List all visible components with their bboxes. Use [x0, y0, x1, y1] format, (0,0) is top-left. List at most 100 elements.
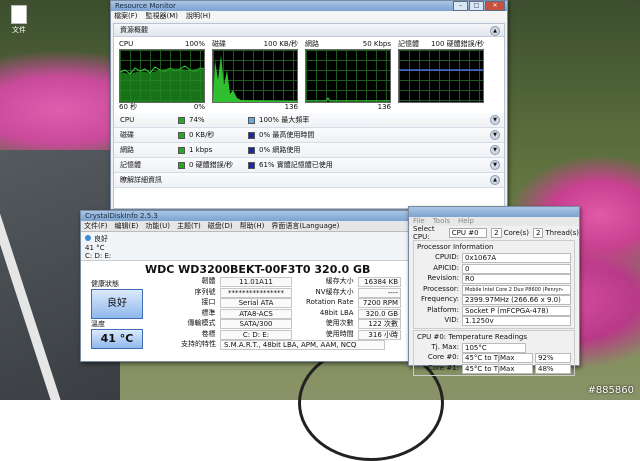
- disk-io-swatch: [178, 131, 185, 139]
- graph-plot: [398, 49, 484, 103]
- info-value: 0x1067A: [462, 253, 571, 263]
- info-label: 48bit LBA: [319, 308, 354, 317]
- tjmax-label: Tj. Max:: [431, 342, 459, 351]
- cpu-row[interactable]: CPU 74% 100% 最大頻率 ▼: [114, 113, 504, 128]
- network-row[interactable]: 網路 1 kbps 0% 網路使用 ▼: [114, 143, 504, 158]
- info-label: 使用時間: [325, 329, 354, 338]
- network-graph-line: [306, 97, 390, 102]
- info-value: 316 小時: [357, 329, 401, 340]
- row-metric-2: 0% 最高使用時間: [259, 131, 315, 139]
- tjmax-value: 105°C: [462, 342, 526, 353]
- expand-icon[interactable]: ▼: [490, 130, 500, 140]
- disk-row[interactable]: 磁碟 0 KB/秒 0% 最高使用時間 ▼: [114, 128, 504, 143]
- processor-info-group: Processor Information CPUID: 0x1067A APIC…: [413, 240, 575, 329]
- graph-max: 50 Kbps: [362, 40, 391, 48]
- menu-help[interactable]: Help: [458, 217, 474, 226]
- health-status-button[interactable]: 良好: [91, 289, 143, 319]
- desktop-icon-label: 文件: [12, 26, 26, 34]
- row-name: 記憶體: [120, 161, 141, 169]
- cpu-info-window[interactable]: File Tools Help Select CPU: CPU #0 2 Cor…: [408, 206, 580, 376]
- network-graph: 網路 50 Kbps 136: [305, 40, 391, 111]
- features-row: 支持的特性 S.M.A.R.T., 48bit LBA, APM, AAM, NC…: [181, 339, 401, 350]
- menu-theme[interactable]: 主题(T): [177, 221, 201, 231]
- select-cpu-label: Select CPU:: [413, 224, 435, 241]
- info-row: 韌體 11.01A11 緩存大小 16384 KB: [181, 276, 401, 287]
- info-label: 標準: [201, 308, 216, 317]
- graph-min: 136: [377, 103, 391, 111]
- row-metric-2: 100% 最大頻率: [259, 116, 310, 124]
- info-label: Platform:: [427, 305, 459, 314]
- info-value: Serial ATA: [219, 298, 293, 308]
- detail-row[interactable]: 瞭解詳細資訊 ▲: [114, 173, 504, 188]
- graph-time: 60 秒: [119, 103, 138, 111]
- title-bar[interactable]: Resource Monitor – □ ✕: [111, 1, 507, 11]
- row-name: 網路: [120, 146, 134, 154]
- graph-label: CPU: [119, 40, 134, 48]
- window-title: CrystalDiskInfo 2.5.3: [85, 212, 158, 220]
- row-metric: 1 kbps: [189, 146, 213, 154]
- temperature-group: CPU #0: Temperature Readings Tj. Max: 105…: [413, 329, 575, 376]
- menu-help[interactable]: 說明(H): [186, 11, 211, 21]
- resource-overview-panel: 資源概觀 ▲ CPU 100% 60 秒 0% 磁碟 100 KB/秒 136 網路 5…: [113, 23, 505, 209]
- info-value: 1.1250v: [462, 316, 571, 326]
- desktop-icon-document[interactable]: 文件: [8, 5, 30, 35]
- menu-function[interactable]: 功能(U): [145, 221, 170, 231]
- row-metric: 0 硬體錯誤/秒: [189, 161, 234, 169]
- document-icon: [11, 5, 27, 24]
- threads-count: 2: [532, 227, 544, 238]
- expand-icon[interactable]: ▼: [490, 145, 500, 155]
- info-value: 122 次數: [357, 319, 401, 329]
- row-name: CPU: [120, 116, 135, 124]
- group-title: Processor Information: [417, 243, 494, 251]
- overview-header[interactable]: 資源概觀 ▲: [114, 24, 504, 37]
- memory-row[interactable]: 記憶體 0 硬體錯誤/秒 61% 實體記憶體已使用 ▼: [114, 158, 504, 173]
- cpu-graph: CPU 100% 60 秒 0%: [119, 40, 205, 111]
- minimize-button[interactable]: –: [453, 1, 468, 11]
- info-row: 序列號 **************** NV緩存大小 ----: [181, 287, 401, 298]
- graph-plot: [305, 49, 391, 103]
- cpu-select-row: Select CPU: CPU #0 2 Core(s) 2 Thread(s): [409, 224, 579, 241]
- row-metric: 74%: [189, 116, 205, 124]
- menu-disk[interactable]: 磁盘(D): [208, 221, 233, 231]
- expand-icon[interactable]: ▼: [490, 115, 500, 125]
- menu-file[interactable]: 檔案(F): [114, 11, 138, 21]
- close-button[interactable]: ✕: [485, 1, 505, 11]
- disk-selector[interactable]: 良好 41 °C C: D: E:: [81, 232, 411, 261]
- graph-plot: [119, 49, 205, 103]
- disk-graph-line: [213, 55, 297, 102]
- maximize-button[interactable]: □: [469, 1, 484, 11]
- title-bar[interactable]: CrystalDiskInfo 2.5.3: [81, 211, 411, 221]
- disk-strip-temp: 41 °C: [85, 244, 105, 252]
- core-load: 92%: [535, 353, 571, 363]
- features-label: 支持的特性: [181, 340, 216, 348]
- menu-file[interactable]: 文件(F): [84, 221, 108, 231]
- select-cpu-dropdown[interactable]: CPU #0: [448, 227, 488, 238]
- collapse-icon[interactable]: ▲: [490, 175, 500, 185]
- graph-min: 136: [284, 103, 298, 111]
- graph-max: 100 KB/秒: [263, 40, 298, 48]
- cpu-usage-swatch: [178, 116, 185, 124]
- resource-monitor-window[interactable]: Resource Monitor – □ ✕ 檔案(F) 監視器(M) 說明(H…: [110, 0, 508, 210]
- info-value: Socket P (mFCPGA-478): [462, 305, 571, 316]
- info-value: 11.01A11: [219, 277, 293, 287]
- expand-icon[interactable]: ▼: [490, 160, 500, 170]
- crystaldiskinfo-window[interactable]: CrystalDiskInfo 2.5.3 文件(F) 编辑(E) 功能(U) …: [80, 210, 412, 362]
- title-bar[interactable]: [409, 207, 579, 217]
- info-row: 卷標 C: D: E: 使用時間 316 小時: [181, 329, 401, 340]
- collapse-icon[interactable]: ▲: [490, 26, 500, 36]
- info-value: 2399.97MHz (266.66 x 9.0): [462, 295, 571, 305]
- info-value: Mobile Intel Core 2 Duo P8600 (Penryn-3M…: [462, 284, 571, 301]
- cores-count: 2: [491, 227, 502, 238]
- threads-label: Thread(s): [545, 228, 579, 237]
- disk-strip-status: 良好: [94, 235, 108, 243]
- core-load: 48%: [535, 363, 571, 374]
- menu-language[interactable]: 界面语言(Language): [271, 221, 339, 231]
- health-label: 健康狀態: [91, 280, 119, 288]
- row-name: 磁碟: [120, 131, 134, 139]
- graph-max: 100 硬體錯誤/秒: [431, 40, 484, 48]
- info-label: 緩存大小: [325, 277, 354, 285]
- menu-edit[interactable]: 编辑(E): [115, 221, 139, 231]
- disk-strip-drives: C: D: E:: [85, 252, 112, 260]
- menu-monitor[interactable]: 監視器(M): [146, 11, 179, 21]
- menu-help[interactable]: 帮助(H): [240, 221, 265, 231]
